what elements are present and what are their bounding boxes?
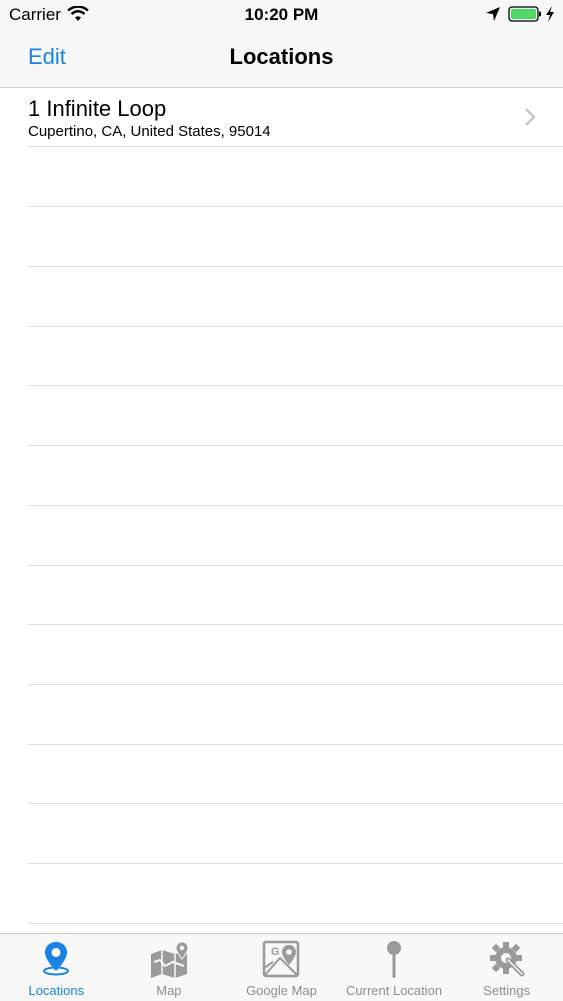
- tab-settings-label: Settings: [483, 983, 531, 998]
- tab-google-map-label: Google Map: [246, 983, 317, 998]
- tab-settings[interactable]: Settings: [450, 934, 563, 1001]
- row-separator: [28, 326, 563, 327]
- tab-map[interactable]: Map: [113, 934, 226, 1001]
- location-row[interactable]: 1 Infinite Loop Cupertino, CA, United St…: [0, 88, 563, 146]
- svg-text:G: G: [271, 946, 280, 958]
- row-separator: [28, 206, 563, 207]
- folded-map-icon: [150, 941, 189, 978]
- row-separator: [28, 923, 563, 924]
- row-separator: [28, 744, 563, 745]
- chevron-right-icon: [525, 108, 536, 126]
- row-separator: [28, 266, 563, 267]
- locations-table[interactable]: 1 Infinite Loop Cupertino, CA, United St…: [0, 88, 563, 933]
- location-arrow-icon: [486, 7, 500, 21]
- row-separator: [28, 803, 563, 804]
- row-separator: [28, 445, 563, 446]
- gear-wrench-icon: [489, 942, 525, 977]
- status-bar: Carrier 10:20 PM: [0, 0, 563, 30]
- charging-bolt-icon: [546, 6, 554, 22]
- pushpin-icon: [387, 941, 402, 978]
- row-separator: [28, 624, 563, 625]
- tab-map-label: Map: [156, 983, 182, 998]
- battery-icon: [508, 6, 541, 22]
- row-separator: [28, 505, 563, 506]
- tab-google-map[interactable]: G Google Map: [225, 934, 338, 1001]
- tab-current-location[interactable]: Current Location: [338, 934, 451, 1001]
- status-time: 10:20 PM: [244, 5, 319, 24]
- tab-current-location-label: Current Location: [346, 983, 443, 998]
- tab-locations-label: Locations: [28, 983, 85, 998]
- location-pin-icon: [43, 942, 70, 976]
- row-separator: [28, 565, 563, 566]
- tab-locations[interactable]: Locations: [0, 934, 113, 1001]
- location-title: 1 Infinite Loop: [28, 96, 167, 121]
- page-title: Locations: [229, 44, 334, 69]
- google-map-icon: G: [263, 940, 300, 978]
- tab-bar: Locations Map G Google Map Current Locat…: [0, 933, 563, 1001]
- row-separator: [28, 863, 563, 864]
- row-separator: [28, 146, 563, 147]
- navigation-bar: Edit Locations: [0, 30, 563, 88]
- location-address: Cupertino, CA, United States, 95014: [28, 123, 271, 140]
- row-separator: [28, 684, 563, 685]
- row-separator: [28, 385, 563, 386]
